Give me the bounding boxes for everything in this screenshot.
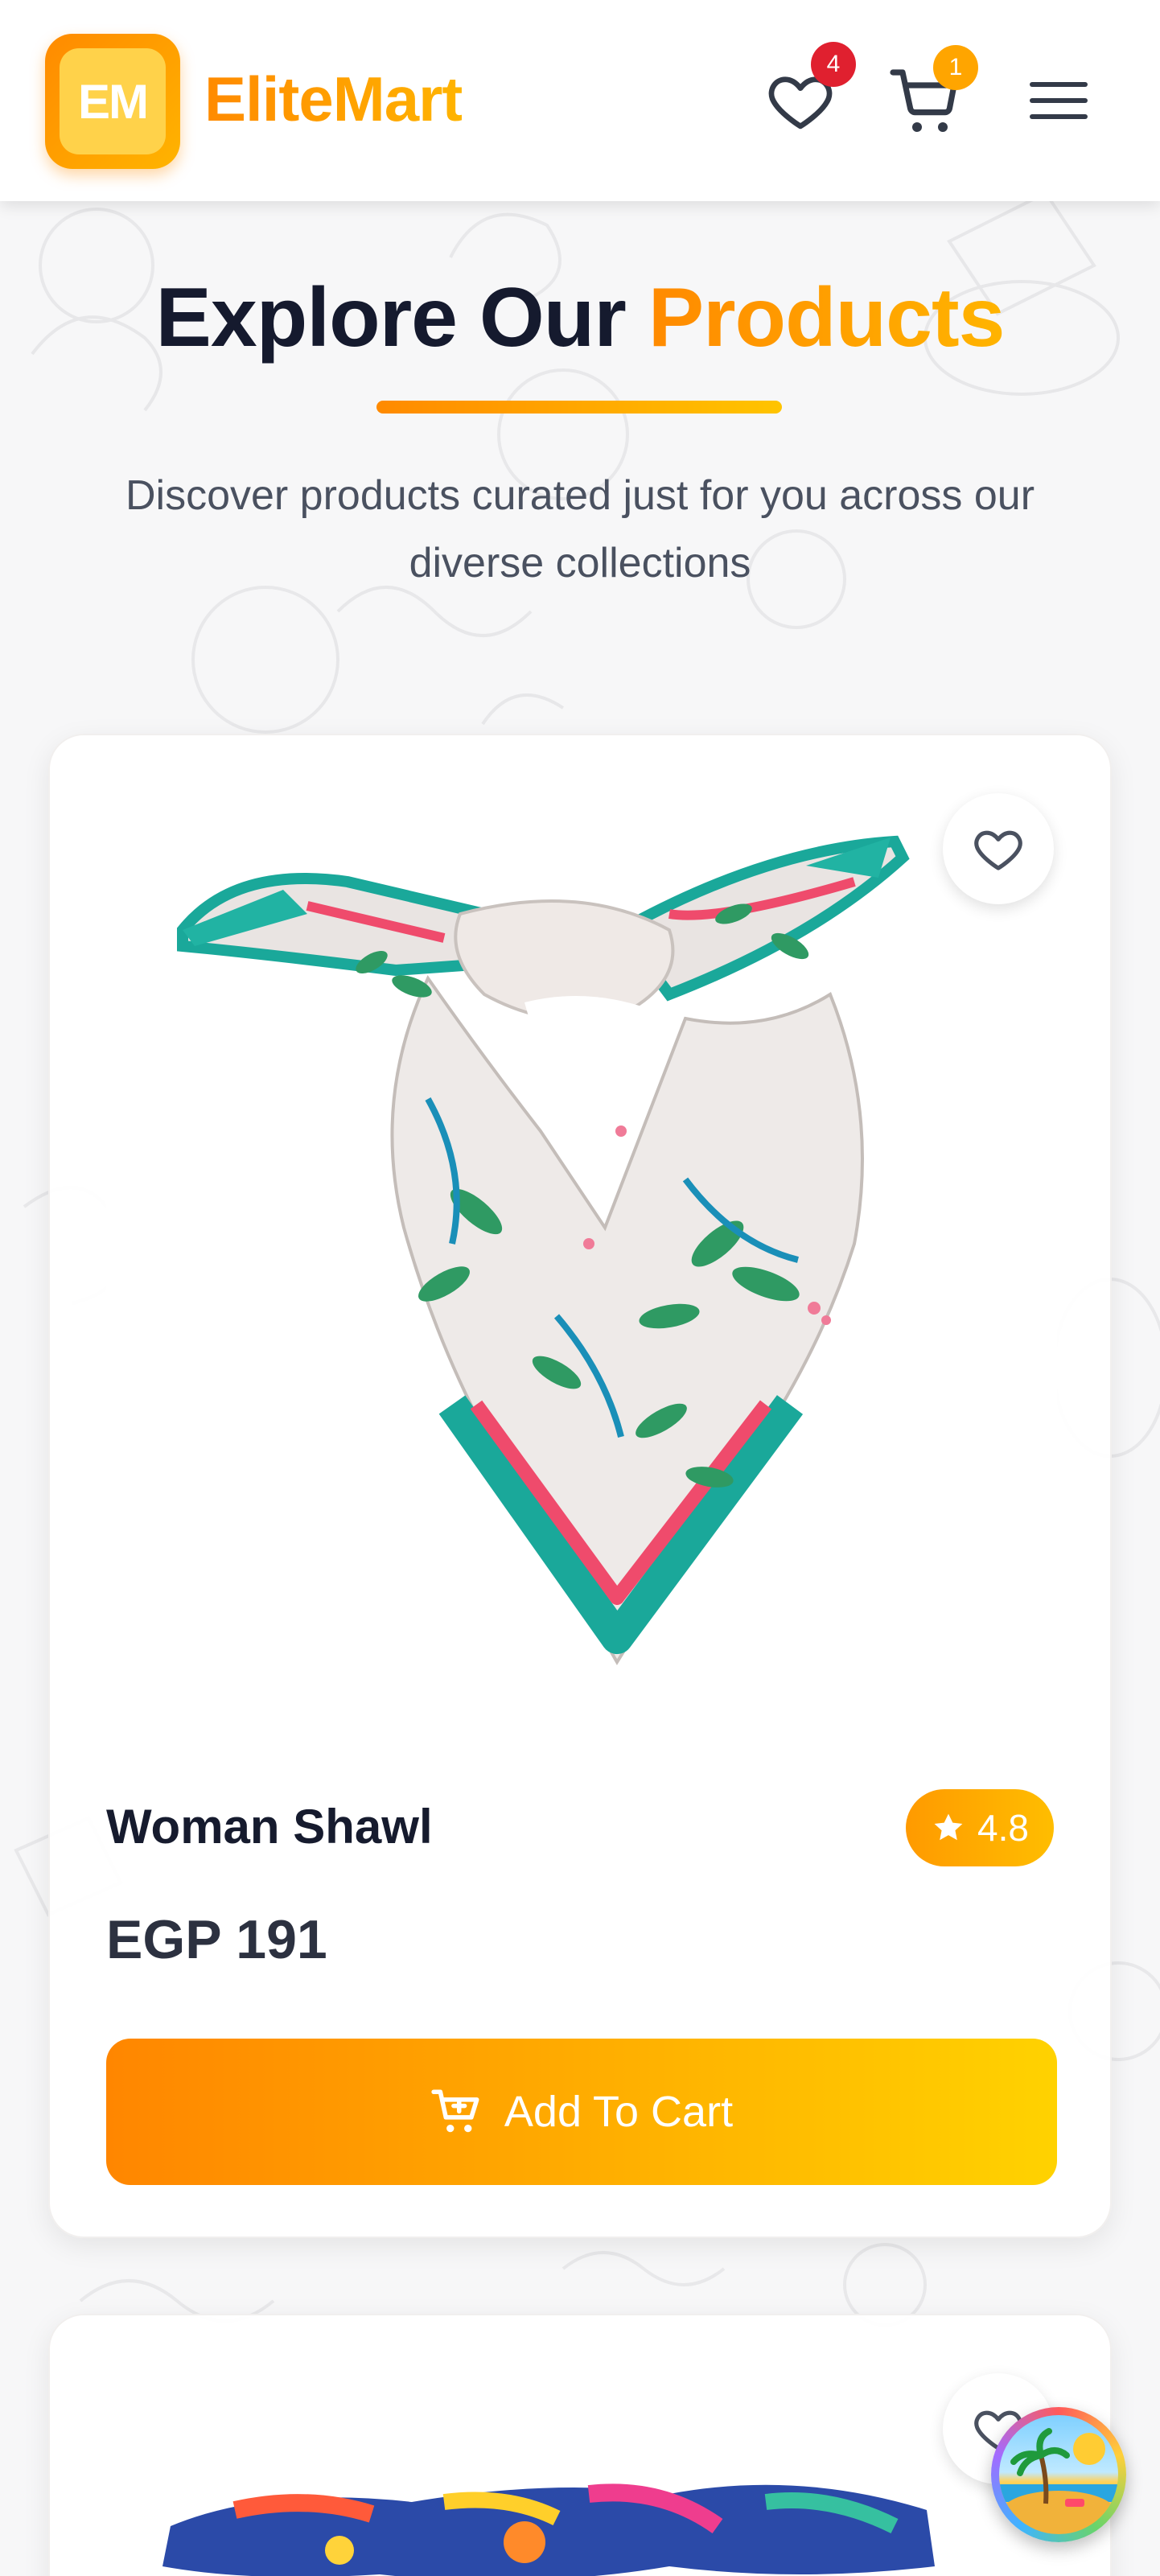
product-card[interactable] (48, 2314, 1112, 2576)
brand-name[interactable]: EliteMart (204, 63, 463, 136)
product-image[interactable] (106, 2373, 1057, 2576)
cart-button[interactable]: 1 (886, 45, 978, 143)
cart-plus-icon (431, 2089, 479, 2133)
add-to-cart-label: Add To Cart (504, 2088, 734, 2136)
title-accent: Products (648, 271, 1006, 364)
wishlist-button[interactable]: 4 (764, 42, 856, 137)
scarf-image (162, 2483, 935, 2576)
product-price: EGP 191 (106, 1909, 327, 1970)
add-to-cart-button[interactable]: Add To Cart (106, 2039, 1057, 2185)
top-navbar: EM EliteMart 4 1 (0, 0, 1160, 201)
menu-button[interactable] (1026, 72, 1091, 129)
beach-icon (999, 2415, 1118, 2534)
logo[interactable]: EM (45, 34, 180, 169)
rating-value: 4.8 (977, 1807, 1029, 1849)
title-underline (376, 401, 782, 414)
wishlist-count-badge: 4 (811, 42, 856, 87)
page-title: Explore Our Products (0, 270, 1160, 366)
shawl-image (177, 835, 910, 1665)
rating-badge: 4.8 (906, 1789, 1054, 1866)
product-image[interactable] (106, 793, 1057, 1743)
page-subtitle: Discover products curated just for you a… (125, 472, 1035, 586)
logo-text: EM (60, 48, 166, 154)
product-card[interactable]: Woman Shawl 4.8 EGP 191 Add To Cart (48, 734, 1112, 2238)
cart-count-badge: 1 (933, 45, 978, 90)
add-to-wishlist-button[interactable] (943, 793, 1054, 904)
heart-icon (974, 830, 1022, 870)
menu-icon (1030, 82, 1088, 119)
floating-promo-button[interactable] (991, 2407, 1126, 2542)
product-name[interactable]: Woman Shawl (106, 1799, 433, 1854)
title-main: Explore Our (155, 271, 627, 364)
star-icon (934, 1813, 963, 1841)
